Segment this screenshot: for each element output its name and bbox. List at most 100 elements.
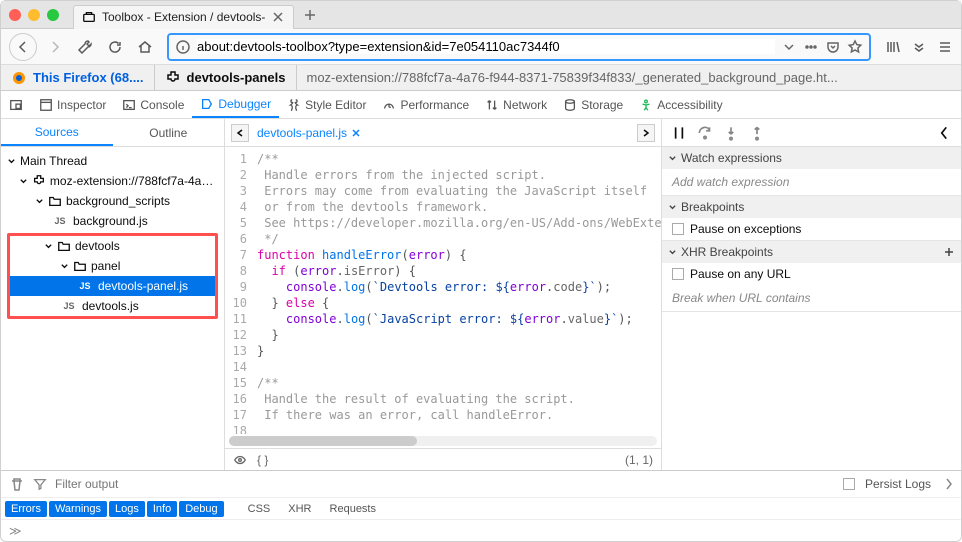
line-gutter: 123456789101112131415161718 (225, 147, 253, 434)
overflow-icon[interactable] (911, 39, 927, 55)
extension-row[interactable]: moz-extension://788fcf7a-4a76- (1, 171, 224, 191)
close-window-button[interactable] (9, 9, 21, 21)
collapse-icon[interactable] (935, 124, 953, 142)
panel-folder-row[interactable]: panel (10, 256, 215, 276)
new-tab-icon[interactable] (302, 7, 318, 23)
console-input-line[interactable]: ≫ (1, 519, 961, 541)
checkbox[interactable] (672, 223, 684, 235)
minimize-window-button[interactable] (28, 9, 40, 21)
filter-tag-info[interactable]: Info (147, 501, 177, 517)
maximize-window-button[interactable] (47, 9, 59, 21)
pretty-print-button[interactable]: { } (257, 453, 268, 467)
filter-tag-warnings[interactable]: Warnings (49, 501, 107, 517)
pause-exceptions-row[interactable]: Pause on exceptions (662, 218, 961, 240)
filter-icon (33, 477, 47, 491)
panel-url: moz-extension://788fcf7a-4a76-f944-8371-… (297, 70, 962, 85)
next-tab-button[interactable] (637, 124, 655, 142)
clear-console-icon[interactable] (9, 476, 25, 492)
sources-tab[interactable]: Sources (1, 119, 113, 146)
background-js-row[interactable]: JS background.js (1, 211, 224, 231)
accessibility-tab[interactable]: Accessibility (631, 91, 730, 118)
editor-tab[interactable]: devtools-panel.js (257, 126, 361, 140)
break-url-placeholder[interactable]: Break when URL contains (662, 285, 961, 311)
forward-button[interactable] (43, 35, 67, 59)
debugger-tab[interactable]: Debugger (192, 91, 279, 118)
filter-tag-logs[interactable]: Logs (109, 501, 145, 517)
toolbox-icon (82, 10, 96, 24)
browser-tab[interactable]: Toolbox - Extension / devtools- (73, 5, 294, 29)
chevron-down-icon (668, 154, 677, 163)
console-filter-tags: ErrorsWarningsLogsInfoDebug CSSXHRRequest… (1, 497, 961, 519)
reload-button[interactable] (103, 35, 127, 59)
pause-url-row[interactable]: Pause on any URL (662, 263, 961, 285)
library-icon[interactable] (885, 39, 901, 55)
folder-icon (57, 239, 71, 253)
console-icon (122, 98, 136, 112)
ellipsis-icon[interactable] (803, 39, 819, 55)
extension-icon (165, 70, 181, 86)
performance-tab[interactable]: Performance (374, 91, 477, 118)
debugger-icon (200, 97, 214, 111)
horizontal-scrollbar[interactable] (229, 436, 657, 446)
highlighted-folder-box: devtools panel JS devtools-panel.js JS d… (7, 233, 218, 319)
bg-scripts-folder[interactable]: background_scripts (1, 191, 224, 211)
wrench-button[interactable] (73, 35, 97, 59)
chevron-down-icon (44, 242, 53, 251)
close-tab-icon[interactable] (351, 128, 361, 138)
inspector-tab[interactable]: Inspector (31, 91, 114, 118)
xhr-section-header[interactable]: XHR Breakpoints (662, 241, 961, 263)
navigation-bar (1, 29, 961, 65)
step-in-icon[interactable] (722, 124, 740, 142)
breakpoints-section-header[interactable]: Breakpoints (662, 196, 961, 218)
chevron-down-icon[interactable] (781, 39, 797, 55)
folder-icon (73, 259, 87, 273)
plus-icon[interactable] (943, 246, 955, 258)
checkbox[interactable] (843, 478, 855, 490)
code-content[interactable]: /** Handle errors from the injected scri… (253, 147, 661, 434)
filter-tag-errors[interactable]: Errors (5, 501, 47, 517)
checkbox[interactable] (672, 268, 684, 280)
console-tab[interactable]: Console (114, 91, 192, 118)
firefox-context[interactable]: This Firefox (68.... (1, 65, 155, 90)
filter-tag-debug[interactable]: Debug (179, 501, 223, 517)
window-titlebar: Toolbox - Extension / devtools- (1, 1, 961, 29)
step-out-icon[interactable] (748, 124, 766, 142)
panel-context[interactable]: devtools-panels (155, 65, 297, 90)
main-thread-row[interactable]: Main Thread (1, 151, 224, 171)
network-icon (485, 98, 499, 112)
style-editor-tab[interactable]: Style Editor (279, 91, 374, 118)
filter-tag-xhr[interactable]: XHR (280, 501, 319, 517)
watch-placeholder[interactable]: Add watch expression (662, 169, 961, 195)
home-button[interactable] (133, 35, 157, 59)
editor-footer: { } (1, 1) (225, 448, 661, 470)
url-bar[interactable] (167, 33, 871, 61)
star-icon[interactable] (847, 39, 863, 55)
chevron-down-icon (60, 262, 69, 271)
persist-logs-toggle[interactable]: Persist Logs (843, 477, 931, 491)
back-button[interactable] (9, 33, 37, 61)
filter-tag-css[interactable]: CSS (240, 501, 279, 517)
devtools-folder-row[interactable]: devtools (10, 236, 215, 256)
close-tab-icon[interactable] (271, 10, 285, 24)
sources-sidebar: Sources Outline Main Thread moz-extensio… (1, 119, 225, 470)
watch-section-header[interactable]: Watch expressions (662, 147, 961, 169)
prev-tab-button[interactable] (231, 124, 249, 142)
pocket-icon[interactable] (825, 39, 841, 55)
iframe-picker-button[interactable] (1, 91, 31, 118)
devtools-toolbar: Inspector Console Debugger Style Editor … (1, 91, 961, 119)
menu-icon[interactable] (937, 39, 953, 55)
url-input[interactable] (197, 39, 775, 54)
outline-tab[interactable]: Outline (113, 119, 225, 146)
network-tab[interactable]: Network (477, 91, 555, 118)
eye-icon[interactable] (233, 453, 247, 467)
filter-tag-requests[interactable]: Requests (322, 501, 384, 517)
filter-output-input[interactable] (55, 477, 210, 491)
devtools-panel-js-row[interactable]: JS devtools-panel.js (10, 276, 215, 296)
devtools-js-row[interactable]: JS devtools.js (10, 296, 215, 316)
step-over-icon[interactable] (696, 124, 714, 142)
pause-icon[interactable] (670, 124, 688, 142)
storage-tab[interactable]: Storage (555, 91, 631, 118)
info-icon[interactable] (175, 39, 191, 55)
chevron-down-icon (19, 177, 28, 186)
chevron-right-icon[interactable] (945, 477, 953, 491)
